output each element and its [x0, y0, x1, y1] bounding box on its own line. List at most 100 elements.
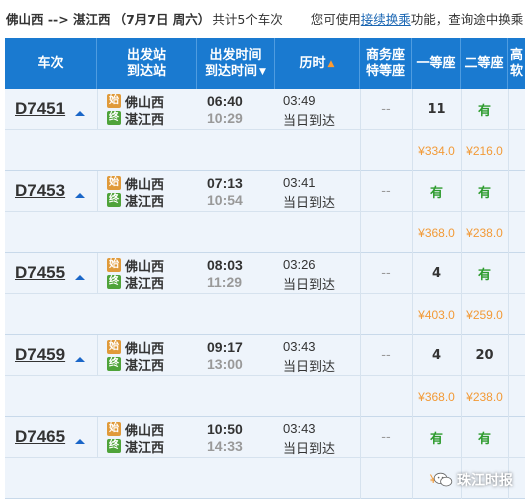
train-row[interactable]: D7465 始佛山西终湛江西 10:50 14:33 03:43 当日到达 -- 有 有	[5, 417, 525, 458]
second-class-availability: 有	[477, 104, 491, 119]
business-seat-availability: --	[381, 430, 391, 445]
header-second-class: 二等座	[461, 38, 508, 89]
train-row[interactable]: D7451 始佛山西终湛江西 06:40 10:29 03:49 当日到达 -- 11 有	[5, 89, 525, 130]
expand-stops-icon[interactable]	[75, 193, 85, 198]
arrival-time: 14:33	[207, 438, 243, 454]
trip-duration: 03:43	[283, 421, 316, 436]
arrival-time: 11:29	[207, 274, 243, 290]
end-badge-icon: 终	[107, 357, 121, 371]
transfer-link[interactable]: 接续换乘	[361, 12, 411, 27]
start-badge-icon: 始	[107, 94, 121, 108]
header-duration-sort[interactable]: 历时 ▲	[275, 38, 360, 89]
business-seat-availability: --	[381, 266, 391, 281]
price-row: ¥403.0 ¥259.0	[5, 294, 525, 335]
arrival-time: 10:54	[207, 192, 243, 208]
second-class-price: ¥216.0	[466, 143, 503, 158]
arrival-station: 终湛江西	[107, 357, 165, 374]
first-class-price: ¥334.0	[418, 143, 455, 158]
arrival-day: 当日到达	[283, 278, 336, 293]
header-business-seat: 商务座 特等座	[360, 38, 412, 89]
expand-stops-icon[interactable]	[75, 439, 85, 444]
departure-station: 始佛山西	[107, 176, 165, 193]
second-class-price: ¥238.0	[466, 225, 503, 240]
train-number-link[interactable]: D7465	[15, 427, 65, 447]
trip-duration: 03:26	[283, 257, 316, 272]
start-badge-icon: 始	[107, 258, 121, 272]
expand-stops-icon[interactable]	[75, 275, 85, 280]
route-text: 佛山西 --> 湛江西	[6, 11, 111, 27]
header-station[interactable]: 出发站 到达站	[97, 38, 197, 89]
train-number-link[interactable]: D7453	[15, 181, 65, 201]
arrival-station: 终湛江西	[107, 439, 165, 456]
second-class-price: ¥259.0	[466, 307, 503, 322]
departure-station: 始佛山西	[107, 422, 165, 439]
expand-stops-icon[interactable]	[75, 111, 85, 116]
start-badge-icon: 始	[107, 176, 121, 190]
sort-down-icon: ▼	[259, 66, 266, 77]
first-class-availability: 4	[431, 348, 442, 363]
first-class-availability: 4	[431, 266, 442, 281]
arrival-station: 终湛江西	[107, 193, 165, 210]
start-badge-icon: 始	[107, 422, 121, 436]
trip-duration: 03:41	[283, 175, 316, 190]
arrival-station: 终湛江西	[107, 275, 165, 292]
end-badge-icon: 终	[107, 193, 121, 207]
arrival-day: 当日到达	[283, 114, 336, 129]
search-summary-bar: 佛山西 --> 湛江西 （7月7日 周六） 共计5个车次 您可使用接续换乘功能，…	[0, 0, 525, 36]
header-first-class: 一等座	[412, 38, 461, 89]
second-class-availability: 有	[477, 432, 491, 447]
start-badge-icon: 始	[107, 340, 121, 354]
departure-time: 08:03	[207, 257, 243, 273]
train-row[interactable]: D7459 始佛山西终湛江西 09:17 13:00 03:43 当日到达 -- 4 20	[5, 335, 525, 376]
price-row: ¥368.0 ¥238.0	[5, 212, 525, 253]
trip-duration: 03:43	[283, 339, 316, 354]
header-time-sort[interactable]: 出发时间 到达时间 ▼	[197, 38, 275, 89]
departure-time: 10:50	[207, 421, 243, 437]
second-class-price: ¥238.0	[466, 389, 503, 404]
departure-station: 始佛山西	[107, 258, 165, 275]
train-row[interactable]: D7453 始佛山西终湛江西 07:13 10:54 03:41 当日到达 -- 有 有	[5, 171, 525, 212]
departure-station: 始佛山西	[107, 340, 165, 357]
first-class-price: ¥403.0	[418, 307, 455, 322]
business-seat-availability: --	[381, 102, 391, 117]
end-badge-icon: 终	[107, 275, 121, 289]
transfer-notice: 您可使用接续换乘功能，查询途中换乘	[310, 11, 524, 27]
first-class-availability: 11	[427, 102, 446, 117]
second-class-availability: 有	[477, 186, 491, 201]
arrival-day: 当日到达	[283, 196, 336, 211]
expand-stops-icon[interactable]	[75, 357, 85, 362]
travel-date: （7月7日 周六）	[113, 11, 211, 27]
arrival-time: 10:29	[207, 110, 243, 126]
first-class-price: ¥368.0	[418, 389, 455, 404]
business-seat-availability: --	[381, 184, 391, 199]
end-badge-icon: 终	[107, 111, 121, 125]
trip-duration: 03:49	[283, 93, 316, 108]
departure-time: 06:40	[207, 93, 243, 109]
arrival-day: 当日到达	[283, 442, 336, 457]
wechat-icon	[433, 472, 453, 487]
second-class-availability: 20	[475, 348, 494, 363]
first-class-availability: 有	[429, 186, 443, 201]
train-row[interactable]: D7455 始佛山西终湛江西 08:03 11:29 03:26 当日到达 -- 4 有	[5, 253, 525, 294]
train-number-link[interactable]: D7455	[15, 263, 65, 283]
train-number-link[interactable]: D7459	[15, 345, 65, 365]
header-soft-sleeper: 高 软	[509, 47, 523, 79]
price-row: ¥334.0 ¥216.0	[5, 130, 525, 171]
first-class-availability: 有	[429, 432, 443, 447]
departure-time: 09:17	[207, 339, 243, 355]
end-badge-icon: 终	[107, 439, 121, 453]
table-header: 车次 出发站 到达站 出发时间 到达时间 ▼ 历时 ▲ 商务座 特等座 一等座 二等…	[5, 38, 525, 89]
business-seat-availability: --	[381, 348, 391, 363]
arrival-station: 终湛江西	[107, 111, 165, 128]
header-train: 车次	[5, 38, 97, 89]
arrival-time: 13:00	[207, 356, 243, 372]
sort-up-icon: ▲	[327, 58, 335, 69]
first-class-price: ¥368.0	[418, 225, 455, 240]
arrival-day: 当日到达	[283, 360, 336, 375]
second-class-availability: 有	[477, 268, 491, 283]
departure-station: 始佛山西	[107, 94, 165, 111]
train-number-link[interactable]: D7451	[15, 99, 65, 119]
watermark: 珠江时报	[433, 470, 513, 490]
departure-time: 07:13	[207, 175, 243, 191]
price-row: ¥368.0 ¥238.0	[5, 376, 525, 417]
